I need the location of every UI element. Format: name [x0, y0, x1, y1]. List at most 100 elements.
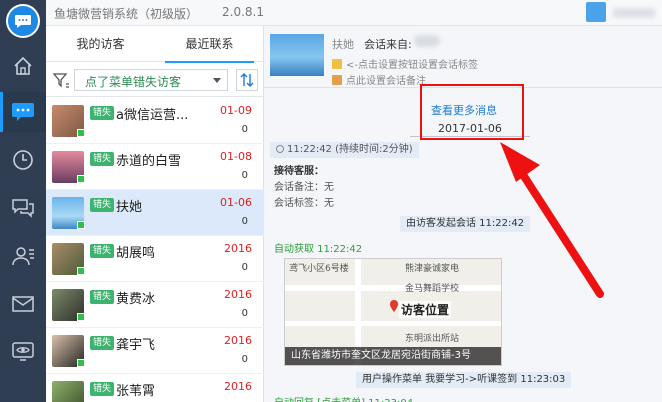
wechat-icon [77, 267, 85, 275]
map-road [285, 285, 501, 291]
user-avatar[interactable] [586, 2, 606, 22]
session-info: 11:22:42 (持续时间:2分钟) [270, 142, 419, 158]
app-title: 鱼塘微营销系统（初级版） [54, 7, 199, 21]
clock-icon [13, 150, 33, 170]
contact-date: 2016 [224, 380, 252, 393]
auto-fetch-label: 自动获取 11:22:42 [274, 244, 363, 255]
set-note-row[interactable]: 点此设置会话备注 [332, 72, 426, 87]
status-badge: 错失 [90, 382, 115, 396]
chat-icon [12, 199, 34, 218]
mail-icon [12, 296, 34, 312]
unread-count: 0 [241, 354, 248, 365]
wechat-icon [77, 221, 85, 229]
list-item[interactable]: 错失 a微信运营... 01-09 0 [46, 98, 264, 144]
contact-date: 01-09 [220, 104, 252, 117]
message-icon [12, 103, 34, 121]
edit-icon [332, 75, 342, 85]
app-version: 2.0.8.1 [222, 5, 264, 19]
wechat-icon [77, 129, 85, 137]
nav-chats[interactable] [0, 188, 46, 228]
wechat-icon [77, 313, 85, 321]
list-item[interactable]: 错失 赤道的白雪 01-08 0 [46, 144, 264, 190]
list-item[interactable]: 错失 黄费冰 2016 0 [46, 282, 264, 328]
nav-history[interactable] [0, 140, 46, 180]
contact-date: 01-06 [220, 196, 252, 209]
side-nav-rail [0, 0, 46, 402]
contact-name: 胡展鸣 [116, 246, 156, 261]
auto-reply-label: 自动回复 [点击菜单] 11:23:04 [274, 394, 413, 402]
map-road [285, 321, 501, 326]
agent-label: 接待客服： [274, 166, 324, 177]
contact-date: 2016 [224, 242, 252, 255]
nav-contacts[interactable] [0, 236, 46, 276]
unread-count: 0 [241, 216, 248, 227]
chat-panel: 扶她 会话来自: <-点击设置按钮设置会话标签 点此设置会话备注 查看更多消息 … [264, 26, 662, 402]
set-tag-hint: <-点击设置按钮设置会话标签 [346, 60, 478, 71]
map-label: 鸢飞小区6号楼 [289, 264, 349, 274]
unread-count: 0 [241, 262, 248, 273]
contact-name: 扶她 [116, 200, 143, 215]
session-source-blurred [414, 35, 440, 47]
unread-count: 0 [241, 170, 248, 181]
tab-my-visitors[interactable]: 我的访客 [46, 26, 155, 62]
note-row: 会话备注：无 [274, 182, 334, 193]
nav-mail[interactable] [0, 284, 46, 324]
menu-action-bubble: 用户操作菜单 我要学习->听课签到 11:23:03 [356, 372, 572, 388]
session-time: 11:22:42 (持续时间:2分钟) [287, 144, 413, 155]
filter-select-value: 点了菜单错失访客 [85, 75, 182, 89]
home-icon [14, 56, 32, 75]
avatar [52, 381, 84, 402]
tab-recent-contacts[interactable]: 最近联系 [155, 26, 264, 63]
contact-date: 2016 [224, 334, 252, 347]
wechat-icon [77, 175, 85, 183]
map-label: 熊津豪诚家电 [405, 264, 460, 274]
status-badge: 错失 [90, 198, 115, 212]
session-start-bubble: 由访客发起会话 11:22:42 [400, 216, 531, 232]
contact-date: 2016 [224, 288, 252, 301]
list-item[interactable]: 错失 胡展鸣 2016 0 [46, 236, 264, 282]
filter-icon[interactable] [52, 71, 70, 89]
status-badge: 错失 [90, 336, 115, 350]
set-tag-row[interactable]: <-点击设置按钮设置会话标签 [332, 56, 478, 71]
map-address-caption: 山东省潍坊市奎文区龙居宛沿街商铺-3号 [285, 347, 501, 365]
visitor-location-label: 访客位置 [399, 301, 452, 318]
status-badge: 错失 [90, 152, 115, 166]
contact-date: 01-08 [220, 150, 252, 163]
chevron-down-icon [213, 78, 221, 83]
list-item[interactable]: 错失 扶她 01-06 0 [46, 190, 264, 236]
unread-count: 0 [241, 124, 248, 135]
contact-name: 龚宇飞 [116, 338, 156, 353]
filter-select[interactable]: 点了菜单错失访客 [74, 69, 228, 91]
list-item[interactable]: 错失 张苇霄 2016 [46, 374, 264, 402]
agent-row: 接待客服： [274, 162, 324, 177]
user-name-blurred [612, 8, 656, 18]
location-map[interactable]: 鸢飞小区6号楼 熊津豪诚家电 金马舞蹈学校 东明派出所站 访客位置 山东省潍坊市… [284, 258, 502, 366]
visitor-avatar [270, 34, 324, 76]
clock-icon [276, 145, 284, 153]
sort-icon [240, 73, 254, 87]
status-badge: 错失 [90, 106, 115, 120]
list-item[interactable]: 错失 龚宇飞 2016 0 [46, 328, 264, 374]
list-tabs: 我的访客 最近联系 [46, 26, 264, 63]
visitor-info-header: 扶她 会话来自: <-点击设置按钮设置会话标签 点此设置会话备注 [264, 26, 662, 88]
visitor-name: 扶她 [332, 38, 354, 51]
tag-row: 会话标签：无 [274, 198, 334, 209]
contact-name: 张苇霄 [116, 384, 156, 399]
filter-row: 点了菜单错失访客 [46, 63, 264, 97]
location-pin-icon [390, 300, 398, 312]
nav-home[interactable] [0, 46, 46, 86]
app-logo [6, 4, 40, 38]
nav-monitor[interactable] [0, 332, 46, 372]
map-label: 东明派出所站 [405, 334, 460, 344]
contacts-icon [12, 247, 34, 266]
contact-name: a微信运营... [116, 108, 189, 123]
highlight-box [420, 84, 524, 140]
eye-icon [12, 342, 34, 361]
sort-button[interactable] [236, 69, 258, 91]
unread-count: 0 [241, 308, 248, 319]
map-label: 金马舞蹈学校 [405, 284, 460, 294]
contact-name: 黄费冰 [116, 292, 156, 307]
status-badge: 错失 [90, 244, 115, 258]
nav-messages[interactable] [0, 92, 46, 132]
session-source-label: 会话来自: [364, 38, 412, 51]
